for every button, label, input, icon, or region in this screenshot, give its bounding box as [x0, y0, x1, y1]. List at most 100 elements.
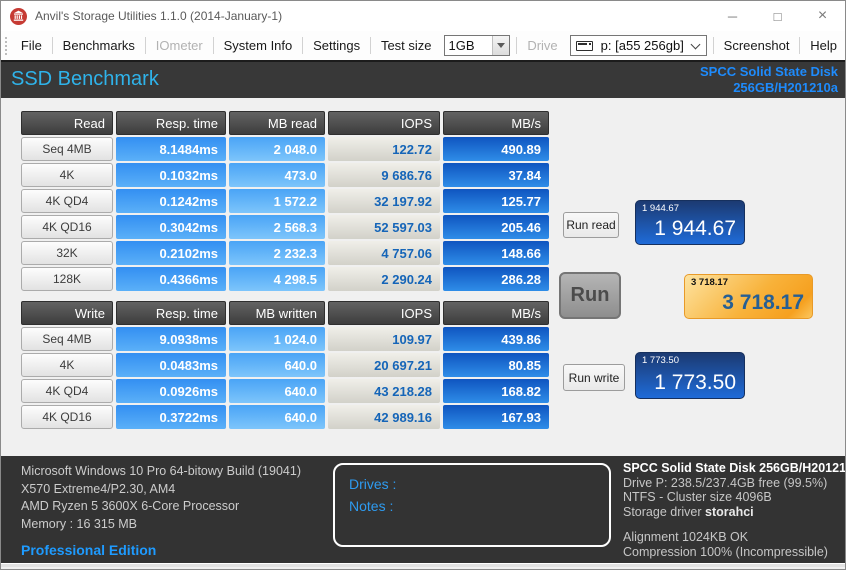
read-table: Read Resp. time MB read IOPS MB/s Seq 4M…	[21, 111, 549, 291]
motherboard-line: X570 Extreme4/P2.30, AM4	[21, 481, 301, 499]
title-bar: Anvil's Storage Utilities 1.1.0 (2014-Ja…	[1, 1, 845, 31]
storage-driver-label: Storage driver	[623, 505, 702, 519]
app-window: Anvil's Storage Utilities 1.1.0 (2014-Ja…	[0, 0, 846, 570]
write-test-button[interactable]: 4K QD4	[21, 379, 113, 403]
device-name-line2: 256GB/H201210a	[700, 80, 838, 96]
read-test-button[interactable]: 4K QD4	[21, 189, 113, 213]
device-name-line1: SPCC Solid State Disk	[700, 64, 838, 80]
menu-separator	[713, 37, 714, 54]
drives-notes-box: Drives : Notes :	[333, 463, 611, 547]
write-test-button[interactable]: 4K	[21, 353, 113, 377]
resp-time-col-header: Resp. time	[116, 111, 226, 135]
compression-line: Compression 100% (Incompressible)	[623, 545, 846, 560]
app-icon	[10, 8, 27, 25]
menu-screenshot[interactable]: Screenshot	[716, 38, 798, 53]
drive-filesystem: NTFS - Cluster size 4096B	[623, 490, 846, 505]
read-iops-cell: 122.72	[328, 137, 440, 161]
drive-select[interactable]: p: [a55 256gb]	[570, 35, 707, 56]
menu-system-info[interactable]: System Info	[216, 38, 301, 53]
read-resp-cell: 0.2102ms	[116, 241, 226, 265]
write-mbs-cell: 168.82	[443, 379, 549, 403]
memory-line: Memory : 16 315 MB	[21, 516, 301, 534]
device-label: SPCC Solid State Disk 256GB/H201210a	[700, 64, 838, 96]
drive-label: Drive	[519, 38, 565, 53]
iops-col-header: IOPS	[328, 301, 440, 325]
run-read-button[interactable]: Run read	[563, 212, 619, 238]
write-score-small: 1 773.50	[642, 356, 736, 366]
test-size-label: Test size	[373, 38, 440, 53]
minimize-icon[interactable]: ─	[710, 1, 755, 31]
total-score-value: 3 718.17	[691, 292, 804, 314]
dropdown-arrow-icon[interactable]	[492, 36, 509, 55]
read-resp-cell: 0.3042ms	[116, 215, 226, 239]
read-iops-cell: 2 290.24	[328, 267, 440, 291]
write-mbs-cell: 167.93	[443, 405, 549, 429]
read-test-button[interactable]: 4K QD16	[21, 215, 113, 239]
close-icon[interactable]: ×	[800, 1, 845, 31]
test-size-value: 1GB	[445, 38, 493, 53]
menu-benchmarks[interactable]: Benchmarks	[55, 38, 143, 53]
run-button[interactable]: Run	[559, 272, 621, 319]
read-score-small: 1 944.67	[642, 204, 736, 214]
read-mb-cell: 1 572.2	[229, 189, 325, 213]
write-test-button[interactable]: 4K QD16	[21, 405, 113, 429]
write-iops-cell: 109.97	[328, 327, 440, 351]
menu-iometer: IOmeter	[148, 38, 211, 53]
write-iops-cell: 20 697.21	[328, 353, 440, 377]
menu-separator	[145, 37, 146, 54]
read-test-button[interactable]: Seq 4MB	[21, 137, 113, 161]
write-mbs-cell: 439.86	[443, 327, 549, 351]
drive-name: SPCC Solid State Disk 256GB/H201210a	[623, 461, 846, 476]
notes-label: Notes :	[349, 495, 595, 517]
write-resp-cell: 0.3722ms	[116, 405, 226, 429]
menu-file[interactable]: File	[13, 38, 50, 53]
maximize-icon[interactable]: □	[755, 1, 800, 31]
run-write-button[interactable]: Run write	[563, 364, 625, 391]
write-resp-cell: 0.0483ms	[116, 353, 226, 377]
read-iops-cell: 52 597.03	[328, 215, 440, 239]
write-test-button[interactable]: Seq 4MB	[21, 327, 113, 351]
read-iops-cell: 4 757.06	[328, 241, 440, 265]
read-test-button[interactable]: 32K	[21, 241, 113, 265]
read-mb-cell: 2 568.3	[229, 215, 325, 239]
read-mbs-cell: 205.46	[443, 215, 549, 239]
write-resp-cell: 0.0926ms	[116, 379, 226, 403]
read-mb-cell: 2 232.3	[229, 241, 325, 265]
total-score-small: 3 718.17	[691, 278, 804, 288]
iops-col-header: IOPS	[328, 111, 440, 135]
read-test-button[interactable]: 128K	[21, 267, 113, 291]
test-size-select[interactable]: 1GB	[444, 35, 511, 56]
write-mb-cell: 640.0	[229, 405, 325, 429]
read-test-button[interactable]: 4K	[21, 163, 113, 187]
cpu-line: AMD Ryzen 5 3600X 6-Core Processor	[21, 498, 301, 516]
os-line: Microsoft Windows 10 Pro 64-bitowy Build…	[21, 463, 301, 481]
write-iops-cell: 43 218.28	[328, 379, 440, 403]
menu-settings[interactable]: Settings	[305, 38, 368, 53]
read-resp-cell: 0.1032ms	[116, 163, 226, 187]
read-mb-cell: 4 298.5	[229, 267, 325, 291]
drives-label: Drives :	[349, 473, 595, 495]
menu-separator	[213, 37, 214, 54]
chevron-down-icon	[690, 39, 700, 49]
drive-capacity: Drive P: 238.5/237.4GB free (99.5%)	[623, 476, 846, 491]
read-score-value: 1 944.67	[642, 218, 736, 240]
write-col-header: Write	[21, 301, 113, 325]
read-col-header: Read	[21, 111, 113, 135]
read-resp-cell: 0.4366ms	[116, 267, 226, 291]
menu-help[interactable]: Help	[802, 38, 845, 53]
read-mbs-cell: 490.89	[443, 137, 549, 161]
read-mbs-cell: 125.77	[443, 189, 549, 213]
page-title: SSD Benchmark	[11, 68, 159, 91]
alignment-line: Alignment 1024KB OK	[623, 530, 846, 545]
read-mbs-cell: 37.84	[443, 163, 549, 187]
write-resp-cell: 9.0938ms	[116, 327, 226, 351]
toolbar-grip	[5, 37, 8, 55]
menu-bar: File Benchmarks IOmeter System Info Sett…	[1, 31, 845, 60]
mbs-col-header: MB/s	[443, 111, 549, 135]
read-score-box: 1 944.67 1 944.67	[635, 200, 745, 245]
edition-label: Professional Edition	[21, 542, 301, 560]
write-score-value: 1 773.50	[642, 372, 736, 394]
disk-icon	[576, 41, 593, 51]
read-mb-cell: 473.0	[229, 163, 325, 187]
page-header: SSD Benchmark SPCC Solid State Disk 256G…	[1, 60, 845, 98]
